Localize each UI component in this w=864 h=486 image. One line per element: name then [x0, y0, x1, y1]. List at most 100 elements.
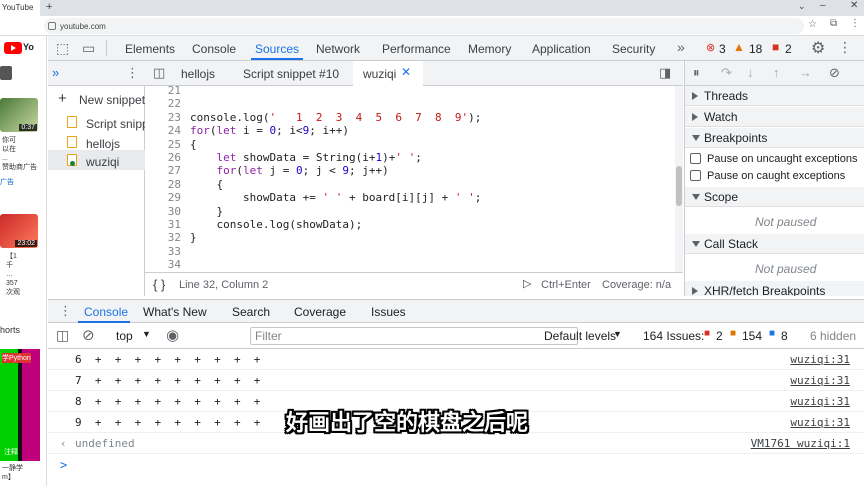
drawer-tab-console[interactable]: Console [84, 305, 128, 319]
line-number[interactable]: 21 [145, 86, 181, 97]
issues-icon[interactable]: ■ [772, 40, 779, 54]
editor-scrollbar[interactable] [675, 86, 683, 272]
tab-console[interactable]: Console [192, 42, 236, 56]
code-line[interactable]: { [190, 178, 223, 191]
code-line[interactable]: console.log(showData); [190, 218, 362, 231]
new-tab-icon[interactable]: + [46, 1, 52, 13]
youtube-logo-icon[interactable] [4, 42, 22, 54]
line-number[interactable]: 34 [145, 258, 181, 271]
close-tab-icon[interactable]: ✕ [401, 65, 411, 79]
editor-tab-wuziqi[interactable]: wuziqi [363, 67, 396, 81]
snippet-file-item[interactable]: Script snipp [86, 117, 149, 131]
code-line[interactable]: for(let i = 0; i<9; i++) [190, 124, 349, 137]
console-source-link[interactable]: VM1761 wuziqi:1 [751, 437, 850, 450]
context-selector[interactable]: top [116, 329, 133, 343]
tab-performance[interactable]: Performance [382, 42, 451, 56]
snippet-file-item[interactable]: hellojs [86, 137, 120, 151]
code-line[interactable]: } [190, 231, 197, 244]
toggle-navigator-icon[interactable]: ◫ [153, 65, 165, 81]
video-thumbnail[interactable]: 0:37 [0, 98, 38, 132]
video-title[interactable]: 一静学 m】 [2, 464, 23, 482]
issue-info-icon[interactable]: ■ [769, 328, 775, 339]
line-number[interactable]: 30 [145, 205, 181, 218]
navigator-menu-icon[interactable]: ⋮ [126, 65, 139, 81]
error-icon[interactable]: ⊗ [706, 41, 715, 54]
code-line[interactable]: for(let j = 0; j < 9; j++) [190, 164, 389, 177]
code-line[interactable]: let showData = String(i+1)+' '; [190, 151, 422, 164]
issue-info-count[interactable]: 8 [781, 329, 788, 343]
pause-icon[interactable]: ⏸ [693, 65, 700, 81]
step-over-icon[interactable]: ↷ [721, 65, 732, 81]
pause-uncaught-checkbox[interactable] [690, 153, 701, 164]
line-number[interactable]: 24 [145, 124, 181, 137]
line-number[interactable]: 33 [145, 245, 181, 258]
browser-tab[interactable]: YouTube [0, 0, 40, 16]
tab-search-icon[interactable]: ⌄ [798, 1, 806, 12]
clear-console-icon[interactable]: ⊘ [82, 326, 95, 344]
line-number[interactable]: 32 [145, 231, 181, 244]
console-prompt[interactable]: > [48, 454, 864, 486]
code-line[interactable]: console.log(' 1 2 3 4 5 6 7 8 9'); [190, 111, 481, 124]
log-levels-dropdown[interactable]: Default levels [544, 329, 616, 343]
chevron-down-icon[interactable]: ▼ [142, 329, 151, 339]
tab-application[interactable]: Application [532, 42, 591, 56]
line-number[interactable]: 26 [145, 151, 181, 164]
chevron-down-icon[interactable]: ▼ [613, 329, 622, 339]
code-line[interactable]: showData += ' ' + board[i][j] + ' '; [190, 191, 481, 204]
step-into-icon[interactable]: ↓ [747, 65, 754, 80]
watch-section[interactable]: Watch [685, 107, 864, 127]
pause-caught-checkbox[interactable] [690, 170, 701, 181]
video-title[interactable]: 你可 以在 ... 赞助商广告 [2, 136, 37, 172]
tab-network[interactable]: Network [316, 42, 360, 56]
minimize-icon[interactable]: – [820, 0, 826, 11]
menu-icon[interactable]: ⋮ [850, 18, 860, 29]
more-sources-tabs-icon[interactable]: » [52, 65, 59, 80]
line-number[interactable]: 23 [145, 111, 181, 124]
new-snippet-button[interactable]: New snippet [79, 93, 145, 107]
extensions-icon[interactable]: ⧉ [830, 18, 837, 29]
console-filter-input[interactable]: Filter [250, 327, 578, 345]
issues-count[interactable]: 2 [785, 42, 792, 56]
call-stack-section[interactable]: Call Stack [685, 234, 864, 254]
line-number[interactable]: 22 [145, 97, 181, 110]
inspect-element-icon[interactable]: ⬚ [56, 40, 69, 57]
avatar[interactable] [0, 66, 12, 80]
editor-tab-snippet10[interactable]: Script snippet #10 [243, 67, 339, 81]
deactivate-breakpoints-icon[interactable]: ⊘ [829, 65, 840, 81]
tab-memory[interactable]: Memory [468, 42, 511, 56]
more-tabs-icon[interactable]: » [677, 39, 685, 55]
close-window-icon[interactable]: ✕ [850, 0, 858, 11]
video-title[interactable]: 【1 千 … 357 次观 [6, 252, 20, 297]
scrollbar-thumb[interactable] [676, 166, 682, 206]
drawer-tab-issues[interactable]: Issues [371, 305, 406, 319]
console-source-link[interactable]: wuziqi:31 [790, 374, 850, 387]
scope-section[interactable]: Scope [685, 187, 864, 207]
xhr-breakpoints-section[interactable]: XHR/fetch Breakpoints [685, 281, 864, 296]
step-icon[interactable]: → [799, 65, 812, 80]
issue-warning-icon[interactable]: ■ [730, 328, 736, 339]
ad-link[interactable]: 广告 [0, 178, 14, 187]
device-toolbar-icon[interactable]: ▭ [82, 40, 95, 57]
issue-error-icon[interactable]: ■ [704, 328, 710, 339]
site-info-icon[interactable] [48, 22, 56, 30]
toggle-debugger-icon[interactable]: ◨ [659, 65, 671, 81]
pretty-print-icon[interactable]: { } [153, 277, 165, 292]
bookmark-star-icon[interactable]: ☆ [808, 19, 817, 30]
console-source-link[interactable]: wuziqi:31 [790, 416, 850, 429]
eye-icon[interactable]: ◉ [166, 326, 179, 344]
run-snippet-icon[interactable]: ▷ [523, 277, 531, 290]
breakpoints-section[interactable]: Breakpoints [685, 128, 864, 148]
issues-summary[interactable]: 164 Issues: [643, 329, 704, 343]
settings-gear-icon[interactable]: ⚙ [811, 38, 825, 58]
console-source-link[interactable]: wuziqi:31 [790, 395, 850, 408]
line-number[interactable]: 29 [145, 191, 181, 204]
line-number[interactable]: 28 [145, 178, 181, 191]
line-number[interactable]: 25 [145, 138, 181, 151]
plus-icon[interactable]: + [58, 90, 67, 107]
toggle-sidebar-icon[interactable]: ◫ [56, 327, 69, 344]
warning-count[interactable]: 18 [749, 42, 762, 56]
line-number[interactable]: 31 [145, 218, 181, 231]
console-source-link[interactable]: wuziqi:31 [790, 353, 850, 366]
threads-section[interactable]: Threads [685, 86, 864, 106]
tab-elements[interactable]: Elements [125, 42, 175, 56]
